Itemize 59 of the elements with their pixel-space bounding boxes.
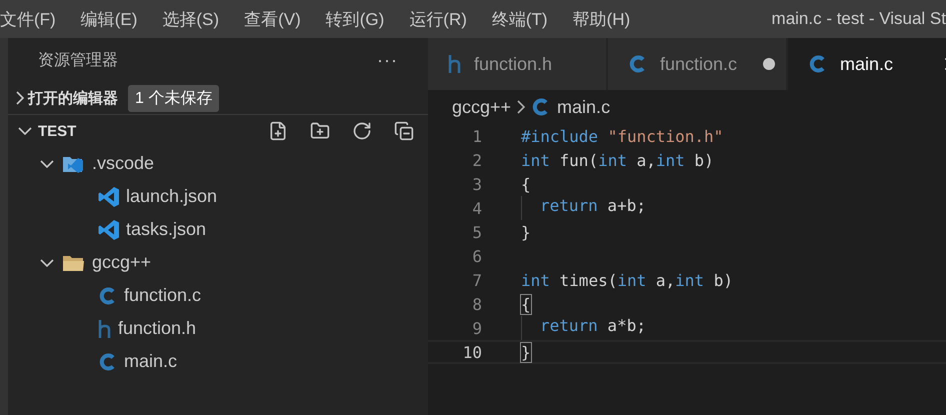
code-line: { — [521, 174, 531, 194]
new-file-icon[interactable] — [268, 121, 288, 141]
code-line: int fun(int a,int b) — [521, 150, 714, 170]
menu-item[interactable]: 转到(G) — [326, 8, 396, 30]
code-line: int times(int a,int b) — [521, 270, 733, 290]
code-line: { — [521, 294, 531, 314]
h-file-icon — [98, 318, 112, 338]
menu-item[interactable]: 编辑(E) — [80, 8, 148, 30]
line-number: 6 — [471, 246, 482, 266]
code-line: #include "function.h" — [521, 126, 724, 146]
explorer-title: 资源管理器 — [38, 50, 118, 70]
editor-tab[interactable]: function.h — [428, 38, 606, 90]
refresh-icon[interactable] — [352, 121, 372, 141]
file-row[interactable]: function.h — [8, 312, 428, 345]
line-number: 1 — [471, 126, 482, 146]
line-number: 4 — [471, 198, 482, 218]
menu-item[interactable]: 帮助(H) — [572, 8, 642, 30]
line-number: 10 — [462, 342, 482, 362]
code-line: return a+b; — [521, 196, 646, 220]
folder-row[interactable]: gccg++ — [8, 246, 428, 279]
line-number: 5 — [471, 222, 482, 242]
chevron-down-icon — [18, 127, 32, 135]
line-number: 2 — [471, 150, 482, 170]
breadcrumb-item[interactable]: gccg++ — [452, 96, 512, 118]
file-row[interactable]: function.c — [8, 279, 428, 312]
file-row[interactable]: launch.json — [8, 180, 428, 213]
file-row[interactable]: tasks.json — [8, 213, 428, 246]
menu-item[interactable]: 查看(V) — [244, 8, 312, 30]
new-folder-icon[interactable] — [310, 121, 330, 141]
code-line: return a*b; — [521, 316, 646, 340]
code-line: } — [521, 342, 531, 362]
vscode-logo-icon — [98, 186, 120, 208]
line-number: 9 — [471, 318, 482, 338]
window-title: main.c - test - Visual St — [770, 9, 946, 29]
line-number: 8 — [471, 294, 482, 314]
breadcrumb-item[interactable]: main.c — [557, 96, 610, 118]
section-header[interactable]: 打开的编辑器 1 个未保存 — [8, 82, 428, 114]
unsaved-badge: 1 个未保存 — [128, 84, 220, 112]
editor-tab[interactable]: function.c — [608, 38, 786, 90]
unsaved-dot — [763, 58, 776, 70]
menu-item[interactable]: 运行(R) — [409, 8, 478, 30]
chevron-right-icon — [517, 100, 526, 114]
collapse-icon[interactable] — [394, 121, 414, 141]
chevron-down-icon — [40, 160, 54, 168]
more-actions[interactable]: ··· — [377, 50, 398, 70]
chevron-down-icon — [40, 258, 54, 266]
menu-item[interactable]: 文件(F) — [0, 8, 67, 30]
vscode-logo-icon — [98, 218, 120, 240]
menu-item[interactable]: 终端(T) — [492, 8, 559, 30]
section-header[interactable]: TEST — [8, 114, 428, 147]
code-line: } — [521, 222, 531, 242]
h-file-icon — [448, 54, 462, 74]
menu-item[interactable]: 选择(S) — [162, 8, 230, 30]
editor-tab[interactable]: main.c — [788, 38, 946, 90]
line-number: 7 — [471, 270, 482, 290]
file-row[interactable]: main.c — [8, 345, 428, 378]
line-number: 3 — [471, 174, 482, 194]
folder-row[interactable]: .vscode — [8, 147, 428, 180]
chevron-right-icon — [16, 91, 24, 105]
